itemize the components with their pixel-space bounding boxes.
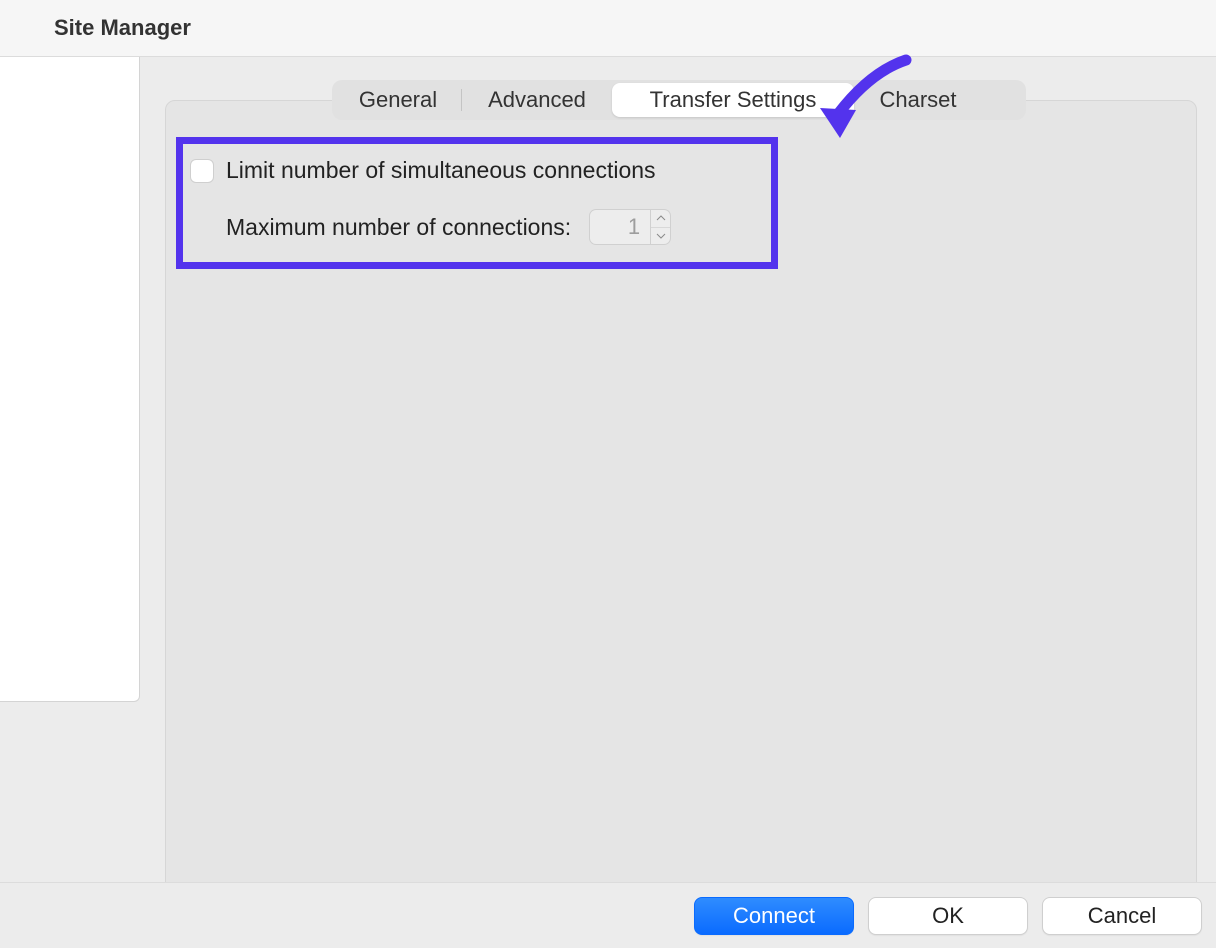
stepper-buttons — [651, 209, 671, 245]
window-titlebar: Site Manager — [0, 0, 1216, 57]
tab-transfer-settings[interactable]: Transfer Settings — [612, 83, 854, 117]
max-connections-row: Maximum number of connections: 1 — [226, 209, 671, 245]
tab-label: General — [359, 87, 437, 113]
tabs-bar: General Advanced Transfer Settings Chars… — [332, 80, 1026, 120]
stepper-up-icon[interactable] — [651, 210, 670, 228]
tab-general[interactable]: General — [335, 83, 461, 117]
limit-connections-label: Limit number of simultaneous connections — [226, 157, 656, 184]
button-label: Connect — [733, 903, 815, 929]
max-connections-stepper[interactable]: 1 — [589, 209, 671, 245]
tab-charset[interactable]: Charset — [854, 83, 982, 117]
limit-connections-row: Limit number of simultaneous connections — [190, 157, 656, 184]
ok-button[interactable]: OK — [868, 897, 1028, 935]
limit-connections-checkbox[interactable] — [190, 159, 214, 183]
connect-button[interactable]: Connect — [694, 897, 854, 935]
stepper-down-icon[interactable] — [651, 228, 670, 245]
tab-label: Transfer Settings — [650, 87, 817, 113]
max-connections-label: Maximum number of connections: — [226, 214, 571, 241]
tab-label: Charset — [879, 87, 956, 113]
button-label: Cancel — [1088, 903, 1156, 929]
window-title: Site Manager — [54, 15, 191, 41]
tab-advanced[interactable]: Advanced — [462, 83, 612, 117]
dialog-button-row: Connect OK Cancel — [0, 882, 1216, 948]
cancel-button[interactable]: Cancel — [1042, 897, 1202, 935]
tab-label: Advanced — [488, 87, 586, 113]
button-label: OK — [932, 903, 964, 929]
site-list-panel[interactable] — [0, 57, 140, 702]
max-connections-input[interactable]: 1 — [589, 209, 651, 245]
body-area: General Advanced Transfer Settings Chars… — [0, 57, 1216, 948]
